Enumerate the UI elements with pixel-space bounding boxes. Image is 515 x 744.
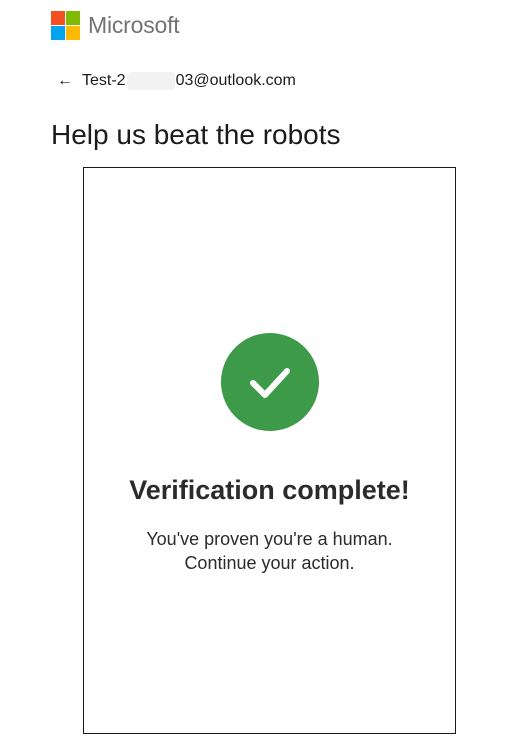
- email-suffix: 03@outlook.com: [175, 72, 296, 89]
- logo-square-green: [66, 11, 80, 25]
- verification-message-line1: You've proven you're a human.: [146, 529, 393, 549]
- verification-status-circle: [221, 333, 319, 431]
- verification-title: Verification complete!: [129, 475, 410, 505]
- challenge-frame: Verification complete! You've proven you…: [83, 167, 456, 734]
- checkmark-icon: [250, 368, 290, 398]
- verification-message-line2: Continue your action.: [184, 553, 355, 573]
- page-title: Help us beat the robots: [51, 119, 341, 150]
- left-arrow-icon[interactable]: ←: [57, 72, 73, 90]
- microsoft-logo-icon: [51, 11, 80, 40]
- back-to-email-link[interactable]: ← Test-2 03@outlook.com: [57, 72, 296, 90]
- logo-square-red: [51, 11, 65, 25]
- microsoft-logo: Microsoft: [51, 11, 180, 40]
- email-redacted-block: [126, 72, 175, 90]
- logo-square-blue: [51, 26, 65, 40]
- logo-square-yellow: [66, 26, 80, 40]
- email-prefix: Test-2: [82, 72, 126, 89]
- brand-name: Microsoft: [88, 12, 180, 38]
- verification-message: You've proven you're a human. Continue y…: [84, 527, 455, 575]
